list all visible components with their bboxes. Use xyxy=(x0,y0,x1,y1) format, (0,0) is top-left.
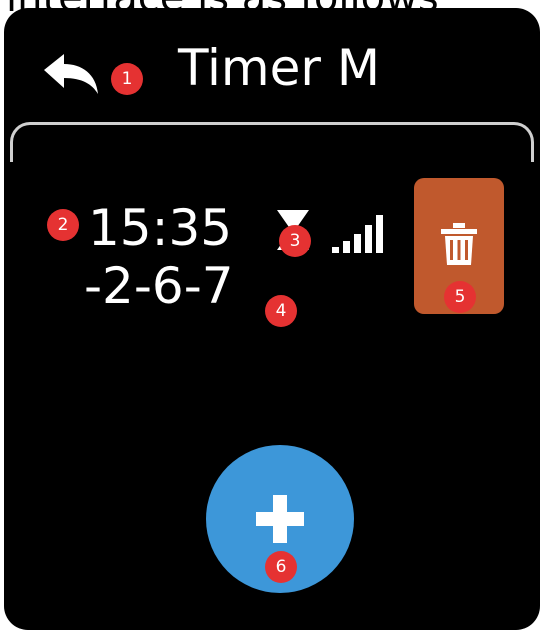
signal-bars-icon xyxy=(332,215,383,253)
alarm-item[interactable]: 15:35 -2-6-7 xyxy=(84,194,414,324)
annotation-badge: 2 xyxy=(47,209,79,241)
page-title: Timer M xyxy=(178,39,380,97)
page: interface is as follows Timer M 15:35 -2… xyxy=(0,0,544,634)
plus-icon xyxy=(256,495,304,543)
alarm-days: -2-6-7 xyxy=(84,257,234,315)
annotation-badge: 5 xyxy=(444,281,476,313)
annotation-badge: 1 xyxy=(111,63,143,95)
annotation-badge: 6 xyxy=(265,551,297,583)
annotation-badge: 4 xyxy=(265,295,297,327)
header-divider xyxy=(10,122,534,162)
back-arrow-icon xyxy=(44,54,98,94)
annotation-badge: 3 xyxy=(279,225,311,257)
back-button[interactable] xyxy=(40,52,104,100)
alarm-time: 15:35 xyxy=(88,199,233,257)
trash-icon xyxy=(441,223,477,265)
device-screen: Timer M 15:35 -2-6-7 1 2 3 4 5 6 xyxy=(4,8,540,630)
